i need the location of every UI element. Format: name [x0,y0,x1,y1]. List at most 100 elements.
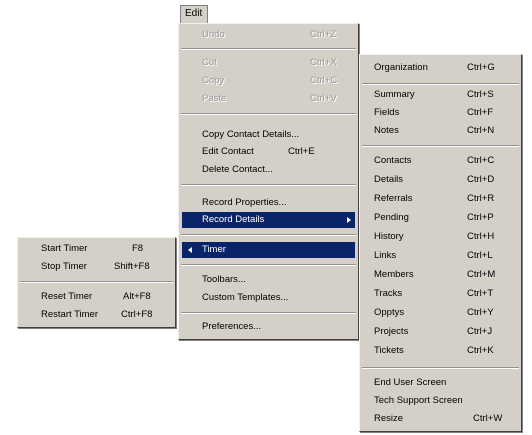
menu-item-label: Paste [202,93,227,104]
menu-item-end-user-screen[interactable]: End User Screen [363,375,518,391]
menu-item-shortcut: Ctrl+L [467,250,493,261]
menu-item-label: Record Details [202,214,265,225]
menu-item-label: Copy Contact Details... [202,129,300,140]
menu-item-shortcut: F8 [132,243,144,254]
menu-item-shortcut: Ctrl+V [310,93,337,104]
menu-separator [181,48,356,50]
menu-item-reset-timer[interactable]: Reset Timer Alt+F8 [21,289,172,305]
menu-item-shortcut: Ctrl+F [467,107,494,118]
menu-item-undo: Undo Ctrl+Z [182,27,355,43]
menu-item-custom-templates[interactable]: Custom Templates... [182,290,355,306]
record-details-submenu: Organization Ctrl+G Summary Ctrl+S Field… [359,54,522,432]
menu-item-label: Organization [374,62,428,73]
menu-item-label: Resize [374,413,404,424]
menu-item-label: Tickets [374,345,404,356]
menu-item-referrals[interactable]: Referrals Ctrl+R [363,191,518,207]
menu-item-stop-timer[interactable]: Stop Timer Shift+F8 [21,259,172,275]
menu-item-details[interactable]: Details Ctrl+D [363,172,518,188]
menu-item-label: Cut [202,57,217,68]
menu-item-fields[interactable]: Fields Ctrl+F [363,105,518,121]
menu-item-label: Toolbars... [202,274,246,285]
menu-item-tracks[interactable]: Tracks Ctrl+T [363,286,518,302]
menu-item-projects[interactable]: Projects Ctrl+J [363,324,518,340]
menu-edit[interactable]: Edit [180,5,208,23]
menu-item-summary[interactable]: Summary Ctrl+S [363,87,518,103]
menu-item-edit-contact[interactable]: Edit Contact Ctrl+E [182,144,355,160]
menu-item-label: End User Screen [374,377,447,388]
menu-item-restart-timer[interactable]: Restart Timer Ctrl+F8 [21,307,172,323]
menu-item-label: Tech Support Screen [374,395,463,406]
menu-item-shortcut: Ctrl+M [467,269,496,280]
menu-item-shortcut: Ctrl+C [310,75,338,86]
menu-item-opptys[interactable]: Opptys Ctrl+Y [363,305,518,321]
menu-item-record-properties[interactable]: Record Properties... [182,195,355,211]
menu-separator [181,184,356,186]
menu-item-shortcut: Ctrl+E [288,146,315,157]
menu-item-shortcut: Ctrl+G [467,62,495,73]
menu-item-shortcut: Ctrl+F8 [121,309,153,320]
menu-separator [181,113,356,115]
menu-item-label: Notes [374,125,399,136]
menu-item-label: Reset Timer [41,291,93,302]
menu-item-label: Custom Templates... [202,292,289,303]
menu-item-label: Tracks [374,288,403,299]
menu-item-label: History [374,231,404,242]
menu-item-paste: Paste Ctrl+V [182,91,355,107]
menu-item-preferences[interactable]: Preferences... [182,319,355,335]
menu-item-label: Contacts [374,155,412,166]
menu-item-timer[interactable]: Timer [182,242,355,258]
menu-separator [181,312,356,314]
menu-item-history[interactable]: History Ctrl+H [363,229,518,245]
menu-item-label: Pending [374,212,409,223]
menu-separator [362,367,519,369]
menu-item-shortcut: Ctrl+W [473,413,503,424]
menu-item-toolbars[interactable]: Toolbars... [182,272,355,288]
menu-separator [362,145,519,147]
menu-separator [20,281,173,283]
menu-item-label: Copy [202,75,225,86]
menu-item-shortcut: Ctrl+K [467,345,494,356]
menu-item-shortcut: Alt+F8 [123,291,151,302]
menu-item-resize[interactable]: Resize Ctrl+W [363,411,518,427]
menu-item-shortcut: Ctrl+C [467,155,495,166]
menu-item-label: Opptys [374,307,405,318]
menu-item-start-timer[interactable]: Start Timer F8 [21,241,172,257]
menu-item-pending[interactable]: Pending Ctrl+P [363,210,518,226]
menu-item-tech-support-screen[interactable]: Tech Support Screen [363,393,518,409]
menu-item-shortcut: Ctrl+D [467,174,495,185]
menu-item-copy-contact-details[interactable]: Copy Contact Details... [182,127,355,143]
menu-item-copy: Copy Ctrl+C [182,73,355,89]
menu-item-label: Details [374,174,404,185]
submenu-arrow-icon [347,217,351,223]
menu-item-delete-contact[interactable]: Delete Contact... [182,162,355,178]
menu-item-shortcut: Ctrl+T [467,288,494,299]
menu-item-shortcut: Ctrl+Z [310,29,337,40]
menu-item-notes[interactable]: Notes Ctrl+N [363,123,518,139]
menu-item-cut: Cut Ctrl+X [182,55,355,71]
menu-item-organization[interactable]: Organization Ctrl+G [363,60,518,76]
submenu-arrow-left-icon [188,247,192,253]
menu-item-shortcut: Ctrl+X [310,57,337,68]
menu-item-label: Fields [374,107,400,118]
menu-item-contacts[interactable]: Contacts Ctrl+C [363,153,518,169]
menu-item-shortcut: Ctrl+H [467,231,495,242]
menu-item-record-details[interactable]: Record Details [182,212,355,228]
menu-item-label: Record Properties... [202,197,287,208]
menu-separator [181,264,356,266]
menu-item-label: Links [374,250,397,261]
menu-item-members[interactable]: Members Ctrl+M [363,267,518,283]
menu-item-links[interactable]: Links Ctrl+L [363,248,518,264]
menu-item-label: Delete Contact... [202,164,273,175]
menu-item-tickets[interactable]: Tickets Ctrl+K [363,343,518,359]
menu-item-shortcut: Ctrl+N [467,125,495,136]
menu-item-shortcut: Ctrl+P [467,212,494,223]
menu-item-shortcut: Ctrl+J [467,326,493,337]
menu-item-label: Summary [374,89,415,100]
menu-item-label: Referrals [374,193,413,204]
edit-menu: Undo Ctrl+Z Cut Ctrl+X Copy Ctrl+C Paste… [178,23,359,340]
menu-separator [181,234,356,236]
menu-item-label: Edit Contact [202,146,254,157]
menu-item-label: Stop Timer [41,261,87,272]
menu-item-shortcut: Ctrl+S [467,89,494,100]
menu-item-label: Preferences... [202,321,262,332]
